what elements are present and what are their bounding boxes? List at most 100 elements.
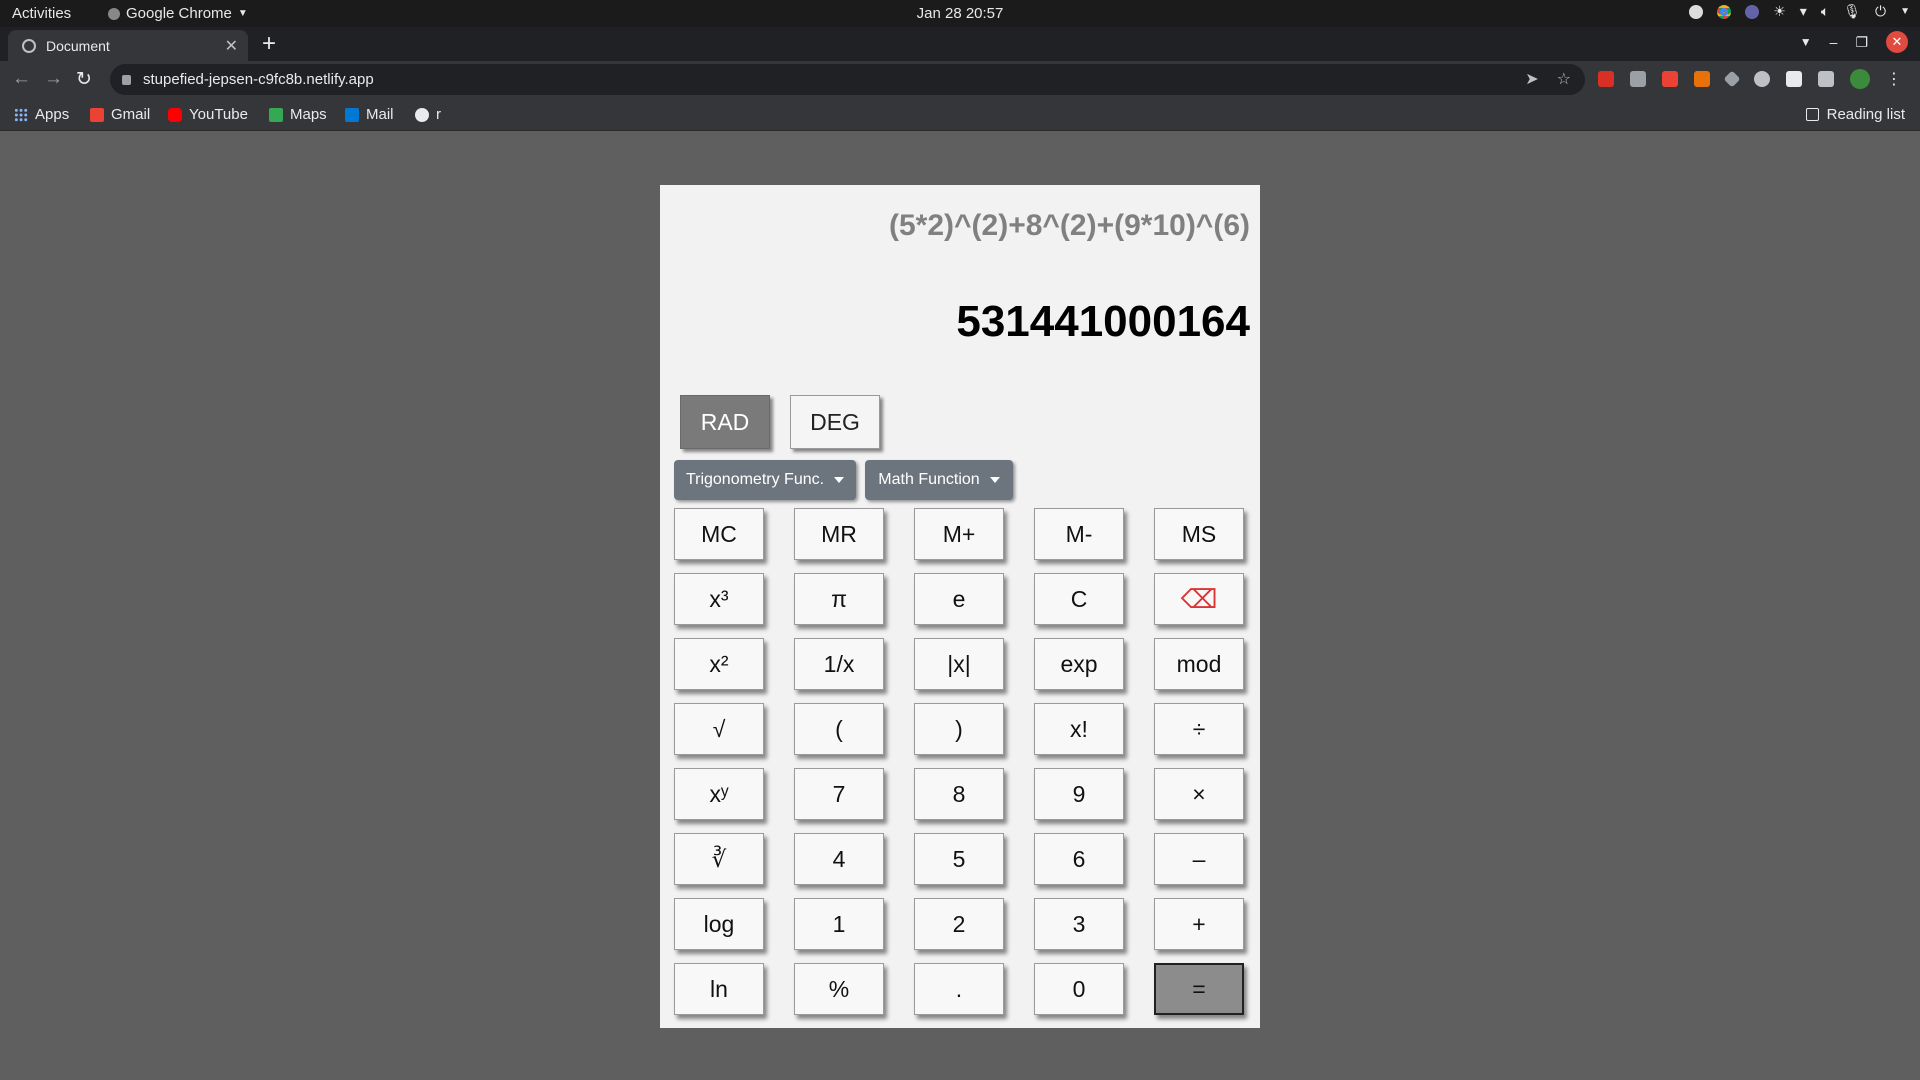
caret-down-icon [834,477,845,483]
bookmark-r[interactable]: r [415,106,441,123]
key-button[interactable]: 0 [1034,963,1124,1015]
key-button[interactable]: 4 [794,833,884,885]
volume-icon[interactable]: 🔈︎ [1821,3,1829,20]
puzzle-icon[interactable] [1786,71,1802,87]
key-button[interactable]: 6 [1034,833,1124,885]
tab-document[interactable]: Document ✕ [8,30,248,61]
key-button[interactable]: – [1154,833,1244,885]
key-button[interactable]: x² [674,638,764,690]
gmail-icon [90,107,104,122]
tab-search-icon[interactable]: ▼ [1800,35,1812,49]
key-button[interactable]: ÷ [1154,703,1244,755]
key-button[interactable]: MC [674,508,764,560]
bookmark-label: Maps [290,106,327,123]
key-button[interactable]: % [794,963,884,1015]
lock-icon[interactable] [122,74,131,85]
key-button[interactable]: √ [674,703,764,755]
key-button[interactable]: 1/x [794,638,884,690]
calculator: (5*2)^(2)+8^(2)+(9*10)^(6) 531441000164 … [660,185,1260,1028]
key-button[interactable]: = [1154,963,1244,1015]
key-button[interactable]: C [1034,573,1124,625]
reading-list-icon [1805,108,1819,121]
key-button[interactable]: |x| [914,638,1004,690]
tab-title: Document [46,37,110,54]
extension-orange-icon[interactable] [1694,71,1710,87]
close-icon[interactable]: ✕ [225,36,238,56]
key-button[interactable]: ⌫ [1154,573,1244,625]
send-tab-icon[interactable]: ➤ [1525,69,1538,89]
bookmark-youtube[interactable]: YouTube [168,106,248,123]
steam-icon[interactable] [1689,4,1704,19]
close-window-icon[interactable]: ✕ [1886,31,1908,53]
chevron-down-icon[interactable]: ▼ [1900,6,1910,17]
dropdown-label: Math Function [878,471,980,488]
trigonometry-dropdown[interactable]: Trigonometry Func. [674,460,856,500]
extension-badge-icon[interactable] [1662,71,1678,87]
bookmark-star-icon[interactable]: ☆ [1557,69,1571,89]
key-button[interactable]: M- [1034,508,1124,560]
key-button[interactable]: MR [794,508,884,560]
key-button[interactable]: 7 [794,768,884,820]
key-button[interactable]: 1 [794,898,884,950]
extension-diamond-icon[interactable] [1723,70,1741,88]
key-button[interactable]: ln [674,963,764,1015]
forward-icon[interactable]: → [44,68,63,90]
restore-icon[interactable]: ❐ [1855,34,1868,51]
media-control-icon[interactable] [1818,71,1834,87]
key-button[interactable]: . [914,963,1004,1015]
key-button[interactable]: ∛ [674,833,764,885]
key-button[interactable]: 9 [1034,768,1124,820]
key-button[interactable]: × [1154,768,1244,820]
key-button[interactable]: π [794,573,884,625]
extension-shield-icon[interactable] [1754,71,1770,87]
bookmark-label: YouTube [189,106,248,123]
key-button[interactable]: MS [1154,508,1244,560]
key-button[interactable]: 8 [914,768,1004,820]
key-button[interactable]: mod [1154,638,1244,690]
profile-avatar-icon[interactable] [1850,69,1870,89]
extension-red-icon[interactable] [1598,71,1614,87]
menu-kebab-icon[interactable]: ⋮ [1886,69,1902,89]
key-button[interactable]: x³ [674,573,764,625]
key-button[interactable]: 2 [914,898,1004,950]
bookmark-mail[interactable]: Mail [345,106,394,123]
key-button[interactable]: exp [1034,638,1124,690]
url-text[interactable]: stupefied-jepsen-c9fc8b.netlify.app [143,71,374,88]
math-function-dropdown[interactable]: Math Function [865,460,1013,500]
system-top-bar: Activities Google Chrome ▼ Jan 28 20:57 … [0,0,1920,27]
chrome-tray-icon[interactable] [1717,4,1732,19]
key-button[interactable]: e [914,573,1004,625]
bookmarks-bar: Apps Gmail YouTube Maps Mail r Reading l… [0,98,1920,131]
brightness-icon[interactable]: ☀ [1773,3,1786,20]
key-button[interactable]: x! [1034,703,1124,755]
reload-icon[interactable]: ↻ [76,68,92,91]
wifi-icon[interactable]: ▾ [1800,3,1807,20]
dropdown-label: Trigonometry Func. [685,471,825,488]
back-icon[interactable]: ← [12,68,31,90]
key-button[interactable]: log [674,898,764,950]
teams-icon[interactable] [1745,4,1760,19]
key-button[interactable]: xʸ [674,768,764,820]
system-tray[interactable]: ☀ ▾ 🔈︎ 🎙︎ ⏻ ▼ [1689,3,1910,20]
new-tab-button[interactable]: + [262,30,276,58]
address-bar[interactable]: stupefied-jepsen-c9fc8b.netlify.app ➤ ☆ [110,64,1585,95]
key-button[interactable]: 3 [1034,898,1124,950]
globe-icon [415,107,429,122]
bookmark-maps[interactable]: Maps [269,106,327,123]
key-button[interactable]: ( [794,703,884,755]
bookmark-gmail[interactable]: Gmail [90,106,150,123]
bookmark-apps[interactable]: Apps [14,106,69,123]
minimize-icon[interactable]: – [1830,34,1838,50]
microphone-icon[interactable]: 🎙︎ [1843,3,1861,20]
key-button[interactable]: ) [914,703,1004,755]
key-button[interactable]: + [1154,898,1244,950]
extension-pen-icon[interactable] [1630,71,1646,87]
reading-list-button[interactable]: Reading list [1805,106,1905,123]
bookmark-label: r [436,106,441,123]
deg-button[interactable]: DEG [790,395,880,449]
key-button[interactable]: M+ [914,508,1004,560]
power-icon[interactable]: ⏻ [1875,3,1886,20]
clock[interactable]: Jan 28 20:57 [0,5,1920,22]
rad-button[interactable]: RAD [680,395,770,449]
key-button[interactable]: 5 [914,833,1004,885]
